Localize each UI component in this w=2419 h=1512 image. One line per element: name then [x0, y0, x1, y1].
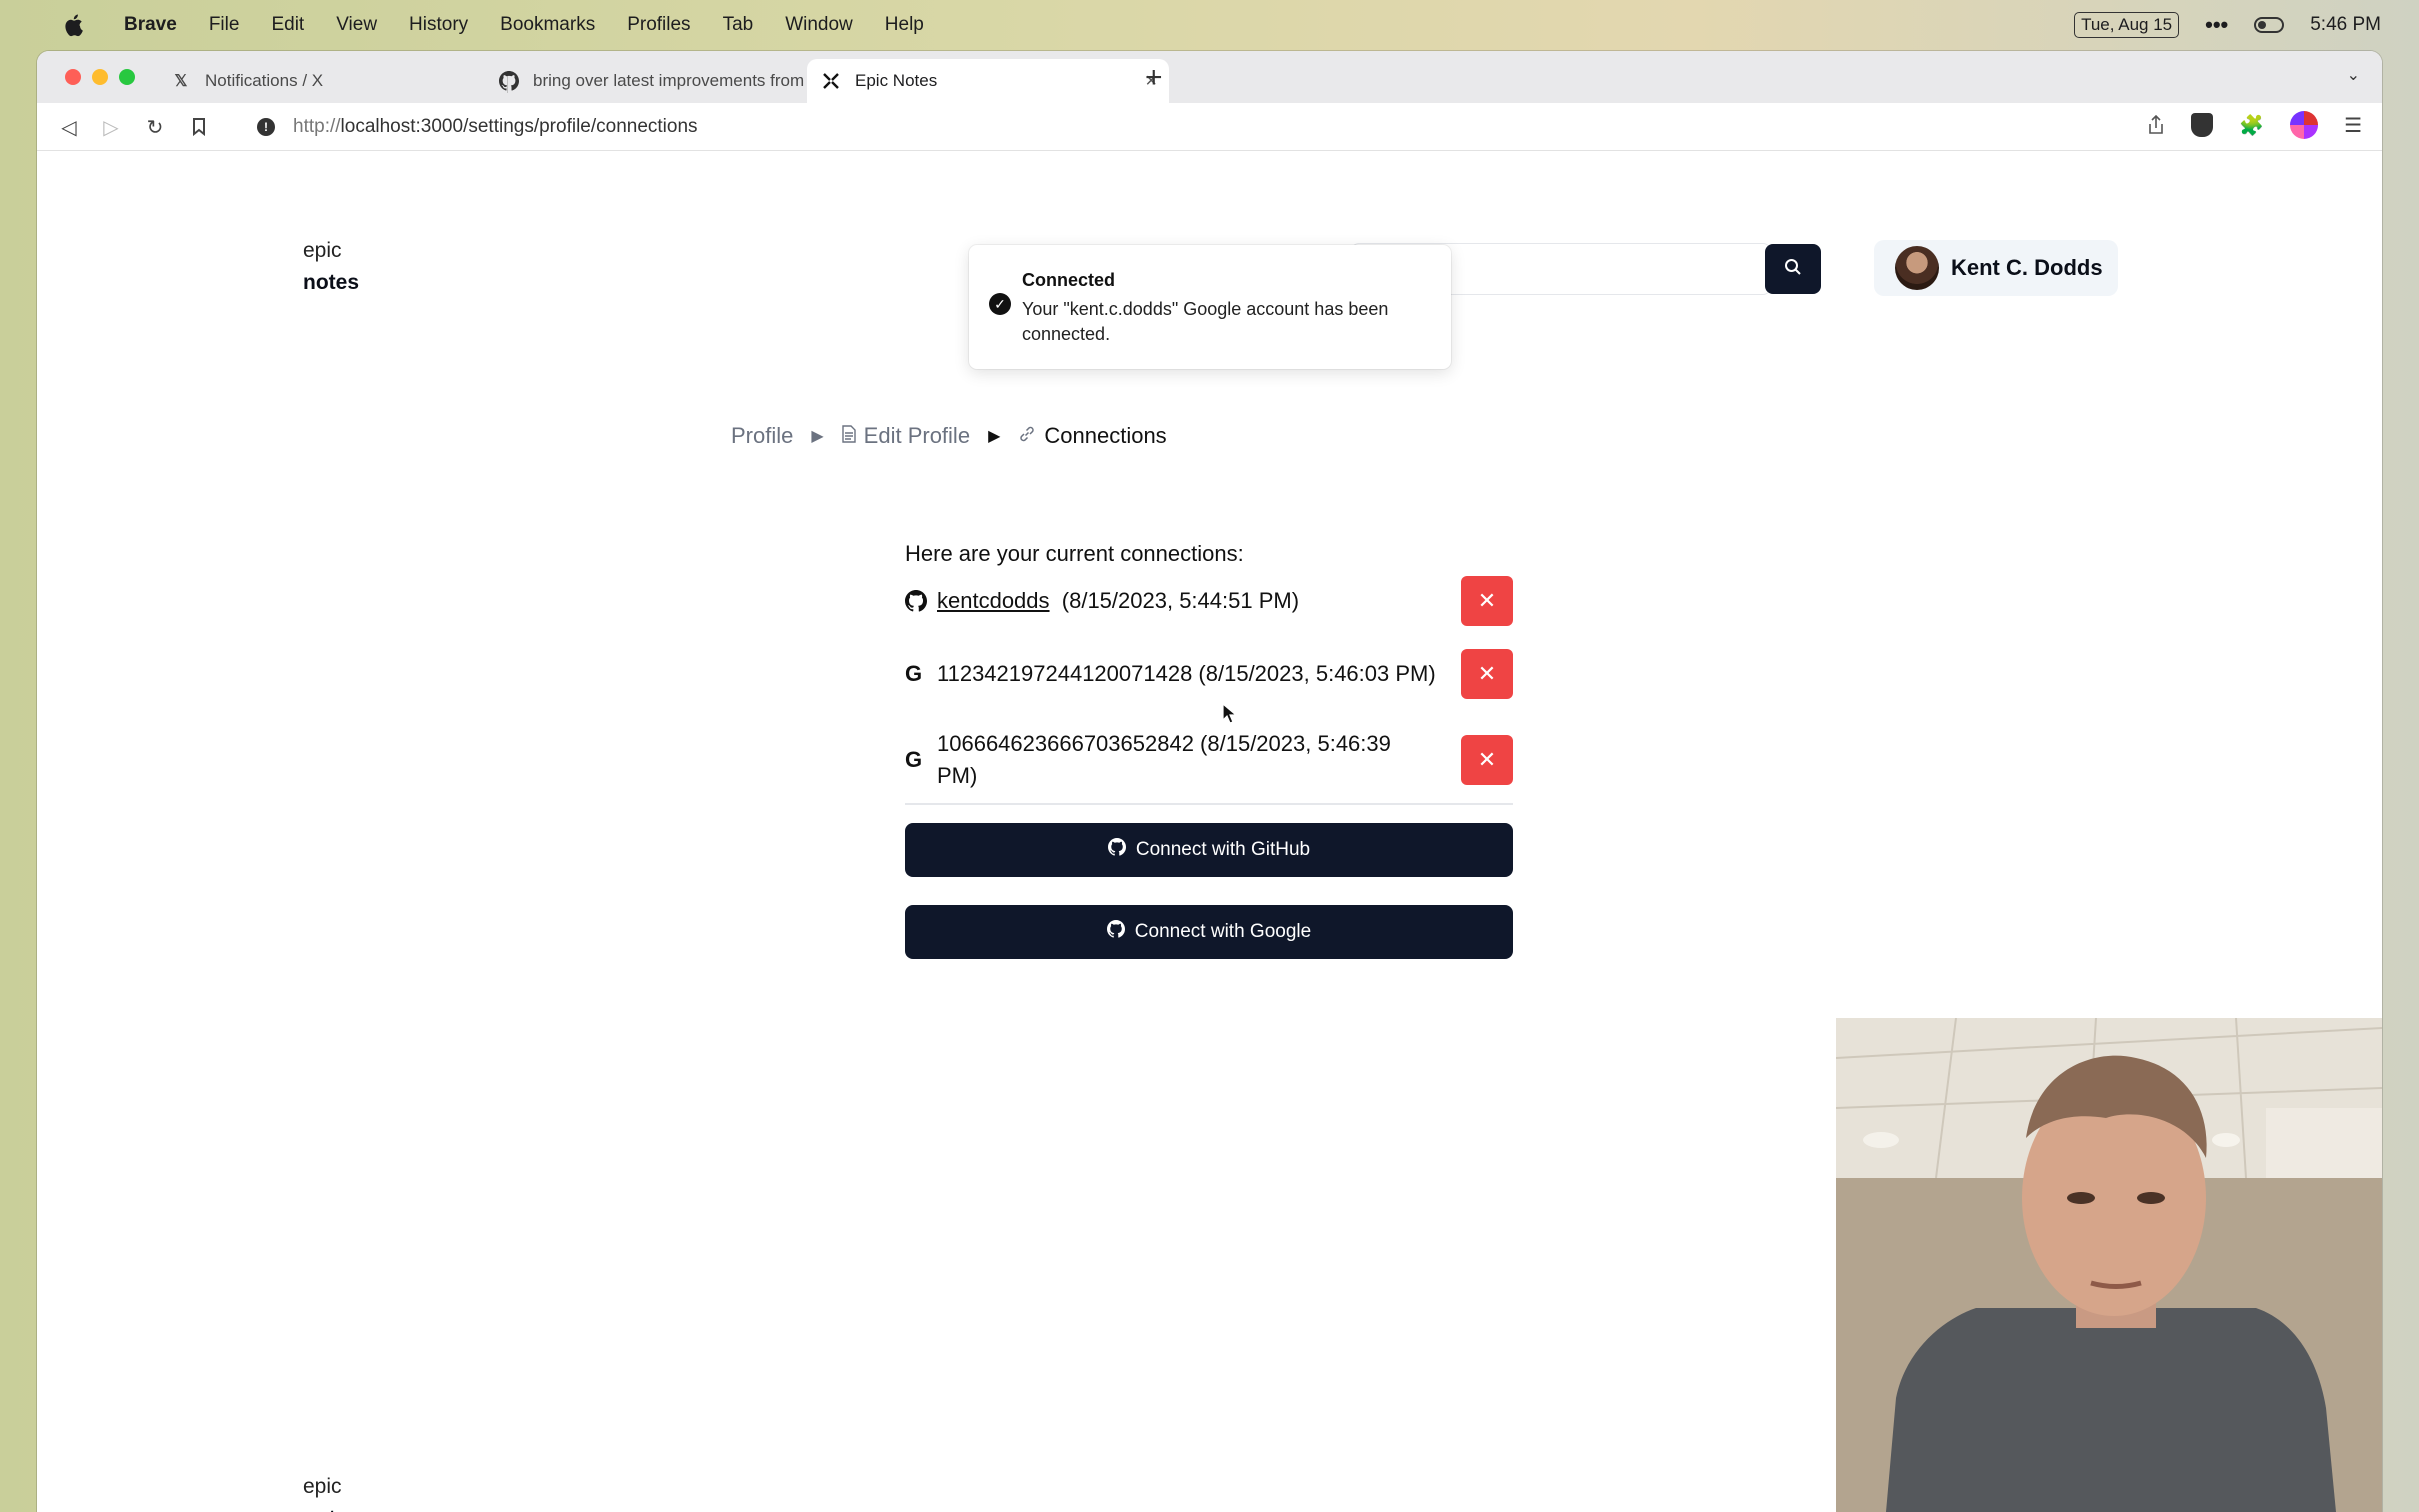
breadcrumb: Profile ▶ Edit Profile ▶ Connections [731, 421, 1167, 451]
avatar [1895, 246, 1939, 290]
menu-edit[interactable]: Edit [271, 14, 304, 36]
toast-notification: ✓ Connected Your "kent.c.dodds" Google a… [969, 245, 1451, 369]
connect-google-label: Connect with Google [1134, 921, 1312, 942]
webcam-overlay [1836, 1018, 2382, 1512]
close-icon: ✕ [1477, 588, 1497, 613]
menu-file[interactable]: File [209, 14, 240, 36]
search-button[interactable] [1765, 244, 1821, 294]
user-name: Kent C. Dodds [1951, 255, 2103, 280]
footer-logo[interactable]: epic notes [303, 1471, 359, 1512]
toast-message: Your "kent.c.dodds" Google account has b… [1022, 299, 1389, 344]
forward-icon[interactable]: ▷ [97, 113, 125, 141]
site-info-icon[interactable]: ! [257, 118, 275, 136]
close-icon: ✕ [1477, 661, 1497, 686]
minimize-window-button[interactable] [92, 69, 108, 85]
toast-title: Connected [1022, 270, 1116, 290]
back-icon[interactable]: ◁ [55, 113, 83, 141]
menu-window[interactable]: Window [785, 14, 853, 36]
disconnect-button[interactable]: ✕ [1461, 649, 1513, 699]
github-icon [499, 71, 519, 91]
menu-icon[interactable]: ☰ [2344, 113, 2362, 138]
menu-view[interactable]: View [336, 14, 377, 36]
github-profile-link[interactable]: kentcdodds [937, 588, 1050, 613]
search-icon [1784, 258, 1802, 281]
zoom-window-button[interactable] [119, 69, 135, 85]
breadcrumb-connections: Connections [1044, 423, 1167, 448]
logo-line-2: notes [303, 271, 360, 294]
reload-icon[interactable]: ↻ [141, 113, 169, 141]
address-bar[interactable]: ! http://localhost:3000/settings/profile… [237, 109, 2277, 145]
connection-text: 112342197244120071428 (8/15/2023, 5:46:0… [937, 661, 1436, 686]
extensions-icon[interactable]: 🧩 [2239, 113, 2264, 138]
connection-text: 106664623666703652842 (8/15/2023, 5:46:3… [937, 731, 1391, 788]
connection-text: kentcdodds (8/15/2023, 5:44:51 PM) [937, 585, 1437, 617]
tab-epic-notes[interactable]: Epic Notes × [807, 59, 1169, 103]
check-circle-icon: ✓ [989, 293, 1011, 315]
new-tab-icon[interactable]: + [1145, 61, 1163, 95]
breadcrumb-arrow-icon: ▶ [988, 428, 1001, 445]
site-logo[interactable]: epic notes [303, 235, 359, 299]
logo-line-2: notes [303, 1503, 359, 1512]
connect-github-button[interactable]: Connect with GitHub [905, 823, 1513, 877]
connection-date: (8/15/2023, 5:44:51 PM) [1061, 588, 1300, 613]
menu-bookmarks[interactable]: Bookmarks [500, 14, 595, 36]
connect-github-label: Connect with GitHub [1135, 839, 1311, 860]
disconnect-button[interactable]: ✕ [1461, 576, 1513, 626]
github-icon [905, 590, 937, 612]
x-logo-icon: 𝕏 [174, 73, 188, 90]
tab-search-chevron-icon[interactable]: ⌄ [2347, 65, 2360, 85]
macos-menu-bar: Brave File Edit View History Bookmarks P… [0, 0, 2419, 50]
connect-google-button[interactable]: Connect with Google [905, 905, 1513, 959]
menu-app-name[interactable]: Brave [124, 14, 177, 36]
bookmark-icon[interactable] [185, 113, 213, 141]
breadcrumb-profile[interactable]: Profile [731, 423, 793, 449]
close-window-button[interactable] [65, 69, 81, 85]
tab-title: Notifications / X [205, 71, 324, 90]
menu-profiles[interactable]: Profiles [627, 14, 690, 36]
connections-section: Here are your current connections: kentc… [905, 541, 1513, 959]
url-path: localhost:3000/settings/profile/connecti… [340, 116, 698, 137]
breadcrumb-edit-profile[interactable]: Edit Profile [864, 423, 970, 449]
more-icon[interactable]: ••• [2205, 12, 2228, 38]
menubar-date[interactable]: Tue, Aug 15 [2074, 12, 2180, 38]
google-icon: G [905, 661, 923, 686]
profile-avatar-icon[interactable] [2290, 111, 2319, 139]
tab-title: bring over latest improvements from [533, 71, 805, 90]
divider [905, 803, 1513, 805]
github-icon [1107, 838, 1126, 862]
file-text-icon [841, 424, 856, 448]
share-icon[interactable] [2147, 115, 2165, 135]
connections-heading: Here are your current connections: [905, 541, 1244, 566]
google-icon: G [905, 747, 923, 772]
menubar-time[interactable]: 5:46 PM [2310, 14, 2381, 36]
tab-strip: 𝕏 Notifications / X bring over latest im… [37, 51, 2382, 103]
tab-github[interactable]: bring over latest improvements from [485, 59, 841, 103]
user-menu-button[interactable]: Kent C. Dodds [1874, 240, 2118, 296]
menu-tab[interactable]: Tab [723, 14, 754, 36]
breadcrumb-arrow-icon: ▶ [811, 428, 824, 445]
presenter-video [1836, 1018, 2382, 1512]
brave-shields-icon[interactable] [2191, 113, 2214, 137]
menu-history[interactable]: History [409, 14, 468, 36]
tab-title: Epic Notes [855, 71, 938, 90]
close-icon: ✕ [1477, 747, 1497, 772]
connection-item: kentcdodds (8/15/2023, 5:44:51 PM) ✕ [905, 573, 1513, 629]
link-icon [1018, 425, 1036, 448]
tab-notifications[interactable]: 𝕏 Notifications / X [157, 59, 507, 103]
menu-help[interactable]: Help [885, 14, 924, 36]
epic-notes-icon [821, 71, 841, 91]
disconnect-button[interactable]: ✕ [1461, 735, 1513, 785]
connection-item: G 106664623666703652842 (8/15/2023, 5:46… [905, 725, 1513, 795]
browser-toolbar: ◁ ▷ ↻ ! http://localhost:3000/settings/p… [37, 103, 2382, 151]
url-protocol: http:// [293, 116, 341, 137]
control-center-icon[interactable] [2254, 17, 2285, 33]
logo-line-1: epic [303, 239, 342, 262]
connection-item: G 112342197244120071428 (8/15/2023, 5:46… [905, 639, 1513, 709]
apple-menu-icon[interactable] [62, 13, 84, 37]
logo-line-1: epic [303, 1475, 342, 1498]
github-icon [1106, 920, 1125, 944]
